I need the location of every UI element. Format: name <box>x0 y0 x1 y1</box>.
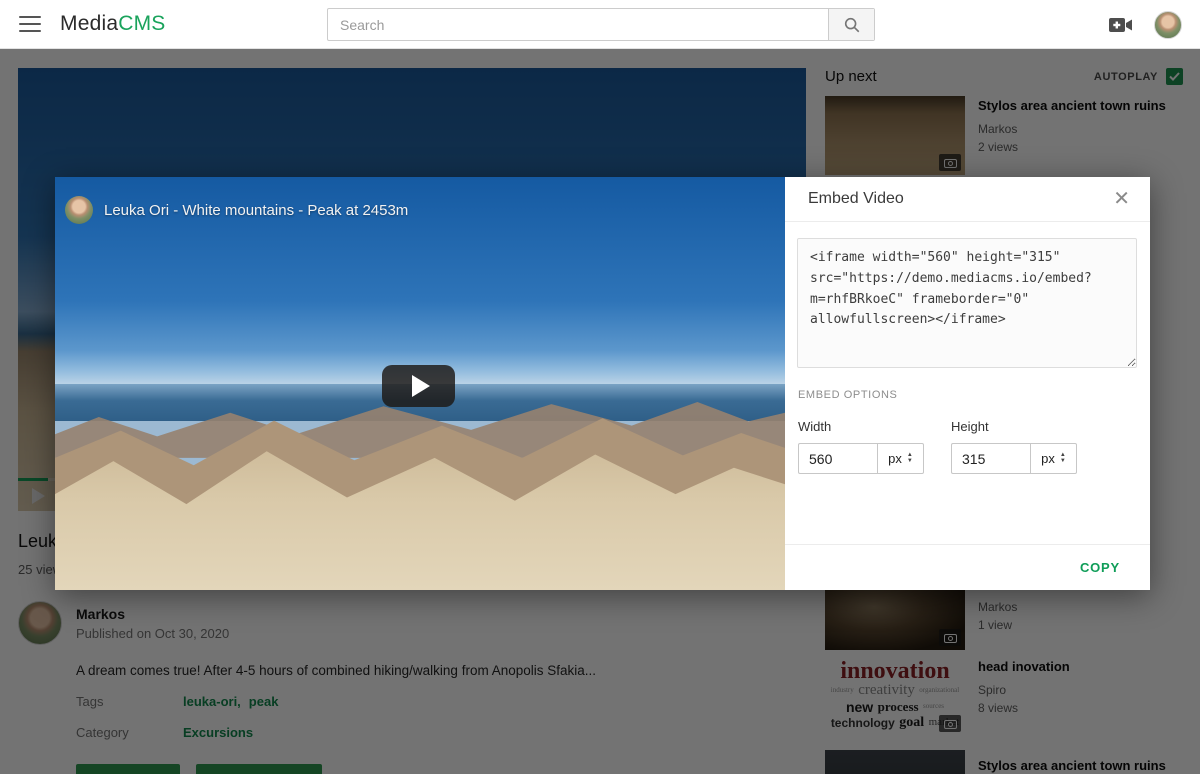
spinner-arrows-icon: ▲▼ <box>907 453 913 464</box>
spinner-arrows-icon: ▲▼ <box>1060 453 1066 464</box>
play-button[interactable] <box>382 365 455 407</box>
width-unit-value: px <box>888 451 902 466</box>
preview-author-avatar[interactable] <box>65 196 93 224</box>
page: Leuka Ori - White mountains - Peak at 24… <box>0 0 1200 774</box>
play-icon <box>412 375 430 397</box>
copy-button[interactable]: COPY <box>1080 560 1120 575</box>
app-logo[interactable]: MediaCMS <box>60 12 165 36</box>
dialog-title: Embed Video <box>808 190 904 208</box>
search-bar <box>327 8 875 41</box>
width-label: Width <box>798 419 924 434</box>
height-input[interactable] <box>951 443 1030 474</box>
embed-preview-player[interactable]: Leuka Ori - White mountains - Peak at 24… <box>55 177 785 590</box>
search-input[interactable] <box>328 9 828 40</box>
search-button[interactable] <box>828 9 874 40</box>
embed-modal: Leuka Ori - White mountains - Peak at 24… <box>55 177 1150 590</box>
logo-cms-text: CMS <box>118 12 165 35</box>
menu-icon[interactable] <box>19 16 41 32</box>
close-icon[interactable]: ✕ <box>1109 185 1134 213</box>
embed-code-textarea[interactable]: <iframe width="560" height="315" src="ht… <box>797 238 1137 368</box>
top-bar: MediaCMS <box>0 0 1200 49</box>
add-media-icon[interactable] <box>1108 15 1134 35</box>
embed-dialog: Embed Video ✕ <iframe width="560" height… <box>785 177 1150 590</box>
height-unit-select[interactable]: px ▲▼ <box>1030 443 1077 474</box>
embed-options-label: EMBED OPTIONS <box>798 389 897 401</box>
width-input[interactable] <box>798 443 877 474</box>
width-unit-select[interactable]: px ▲▼ <box>877 443 924 474</box>
user-avatar[interactable] <box>1154 11 1182 39</box>
search-icon <box>843 16 861 34</box>
height-label: Height <box>951 419 1077 434</box>
preview-video-title[interactable]: Leuka Ori - White mountains - Peak at 24… <box>104 202 408 219</box>
logo-media-text: Media <box>60 12 118 35</box>
height-unit-value: px <box>1041 451 1055 466</box>
